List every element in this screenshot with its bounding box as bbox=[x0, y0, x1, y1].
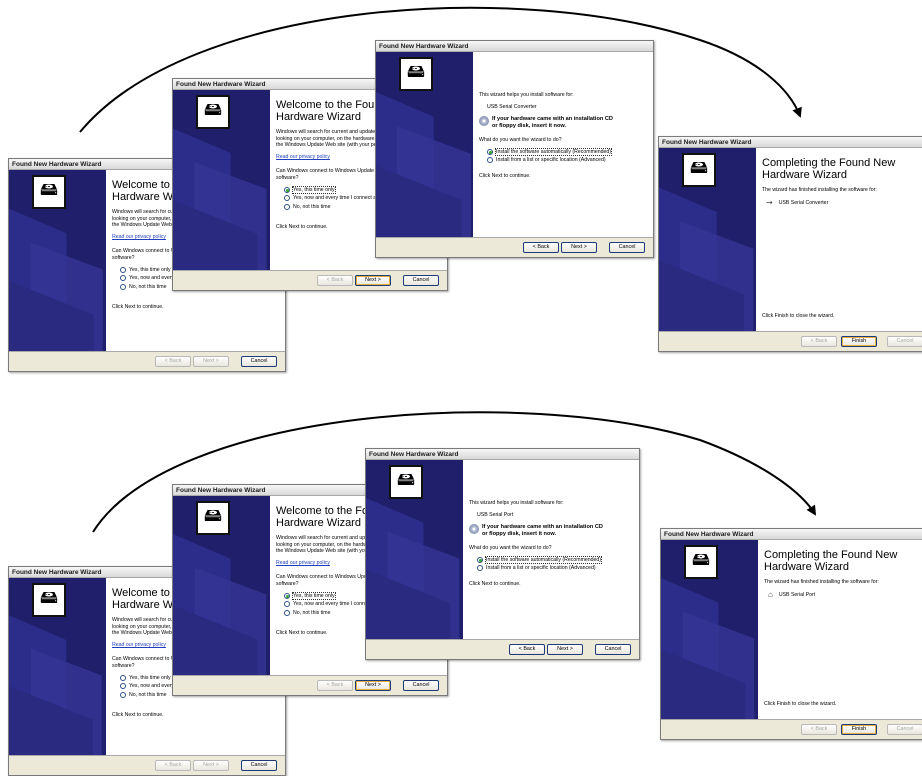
cd-icon bbox=[479, 116, 489, 127]
hardware-wizard-icon: 🖴 bbox=[196, 501, 230, 535]
title-bar: Found New Hardware Wizard bbox=[366, 449, 639, 460]
next-button[interactable]: Next > bbox=[547, 644, 583, 655]
install-content: This wizard helps you install software f… bbox=[473, 52, 653, 237]
serial-port-icon: ⌂ bbox=[768, 589, 773, 599]
button-bar: < Back Finish Cancel bbox=[661, 719, 922, 739]
usb-plug-icon: ⇝ bbox=[766, 197, 773, 207]
close-text: Click Finish to close the wizard. bbox=[764, 701, 837, 708]
wizard-sidebar: 🖴 bbox=[366, 460, 463, 639]
hardware-wizard-icon: 🖴 bbox=[389, 465, 423, 499]
complete-title: Completing the Found New Hardware Wizard bbox=[762, 157, 896, 181]
wizard-sidebar: 🖴 bbox=[173, 496, 270, 675]
button-bar: < Back Next > Cancel bbox=[173, 270, 447, 290]
radio-install-list[interactable]: Install from a list or specific location… bbox=[477, 565, 633, 572]
cancel-button[interactable]: Cancel bbox=[595, 644, 631, 655]
device-name: USB Serial Port bbox=[477, 511, 514, 518]
cancel-button[interactable]: Cancel bbox=[887, 336, 922, 347]
wizard-sidebar: 🖴 bbox=[661, 540, 758, 719]
back-button[interactable]: < Back bbox=[317, 275, 353, 286]
button-bar: < Back Next > Cancel bbox=[9, 351, 285, 371]
hardware-wizard-icon: 🖴 bbox=[32, 175, 66, 209]
radio-install-auto[interactable]: Install the software automatically (Reco… bbox=[477, 555, 633, 565]
title-bar: Found New Hardware Wizard bbox=[659, 137, 922, 148]
install-content: This wizard helps you install software f… bbox=[463, 460, 639, 639]
back-button[interactable]: < Back bbox=[523, 242, 559, 253]
button-bar: < Back Next > Cancel bbox=[366, 639, 639, 659]
next-button[interactable]: Next > bbox=[355, 275, 391, 286]
button-bar: < Back Next > Cancel bbox=[9, 755, 285, 775]
continue-text: Click Next to continue. bbox=[479, 172, 531, 179]
wizard-complete-2: Found New Hardware Wizard 🖴 Completing t… bbox=[660, 528, 922, 740]
install-question: What do you want the wizard to do? bbox=[479, 137, 562, 143]
complete-title: Completing the Found New Hardware Wizard bbox=[764, 549, 898, 573]
wizard-install-2: Found New Hardware Wizard 🖴 This wizard … bbox=[365, 448, 640, 660]
next-button[interactable]: Next > bbox=[193, 356, 229, 367]
radio-install-auto[interactable]: Install the software automatically (Reco… bbox=[487, 147, 647, 157]
helps-text: This wizard helps you install software f… bbox=[469, 500, 564, 506]
wizard-sidebar: 🖴 bbox=[659, 148, 756, 331]
button-bar: < Back Finish Cancel bbox=[659, 331, 922, 351]
wizard-sidebar: 🖴 bbox=[9, 578, 106, 755]
cancel-button[interactable]: Cancel bbox=[241, 356, 277, 367]
cancel-button[interactable]: Cancel bbox=[887, 724, 922, 735]
cancel-button[interactable]: Cancel bbox=[241, 760, 277, 771]
hardware-wizard-icon: 🖴 bbox=[682, 153, 716, 187]
cancel-button[interactable]: Cancel bbox=[403, 680, 439, 691]
radio-install-list[interactable]: Install from a list or specific location… bbox=[487, 157, 647, 164]
back-button[interactable]: < Back bbox=[801, 336, 837, 347]
hardware-wizard-icon: 🖴 bbox=[196, 95, 230, 129]
back-button[interactable]: < Back bbox=[155, 760, 191, 771]
next-button[interactable]: Next > bbox=[193, 760, 229, 771]
installed-device: ⇝ USB Serial Converter bbox=[766, 197, 829, 207]
cd-icon bbox=[469, 524, 479, 535]
hardware-wizard-icon: 🖴 bbox=[684, 545, 718, 579]
finish-button[interactable]: Finish bbox=[841, 724, 877, 735]
wizard-complete-1: Found New Hardware Wizard 🖴 Completing t… bbox=[658, 136, 922, 352]
next-button[interactable]: Next > bbox=[355, 680, 391, 691]
continue-text: Click Next to continue. bbox=[112, 712, 164, 719]
insert-cd-notice: If your hardware came with an installati… bbox=[479, 116, 647, 129]
title-bar: Found New Hardware Wizard bbox=[661, 529, 922, 540]
helps-text: This wizard helps you install software f… bbox=[479, 92, 574, 98]
device-name: USB Serial Converter bbox=[487, 103, 537, 110]
cancel-button[interactable]: Cancel bbox=[403, 275, 439, 286]
hardware-wizard-icon: 🖴 bbox=[399, 57, 433, 91]
installed-device: ⌂ USB Serial Port bbox=[768, 589, 816, 599]
finished-text: The wizard has finished installing the s… bbox=[762, 187, 877, 193]
cancel-button[interactable]: Cancel bbox=[609, 242, 645, 253]
button-bar: < Back Next > Cancel bbox=[376, 237, 653, 257]
finish-button[interactable]: Finish bbox=[841, 336, 877, 347]
button-bar: < Back Next > Cancel bbox=[173, 675, 447, 695]
wizard-install-1: Found New Hardware Wizard 🖴 This wizard … bbox=[375, 40, 654, 258]
complete-content: Completing the Found New Hardware Wizard … bbox=[758, 540, 922, 719]
wizard-sidebar: 🖴 bbox=[376, 52, 473, 237]
insert-cd-notice: If your hardware came with an installati… bbox=[469, 524, 633, 537]
close-text: Click Finish to close the wizard. bbox=[762, 313, 835, 320]
wizard-sidebar: 🖴 bbox=[9, 170, 106, 351]
continue-text: Click Next to continue. bbox=[112, 304, 164, 311]
finished-text: The wizard has finished installing the s… bbox=[764, 579, 879, 585]
title-bar: Found New Hardware Wizard bbox=[376, 41, 653, 52]
hardware-wizard-icon: 🖴 bbox=[32, 583, 66, 617]
back-button[interactable]: < Back bbox=[155, 356, 191, 367]
complete-content: Completing the Found New Hardware Wizard … bbox=[756, 148, 922, 331]
next-button[interactable]: Next > bbox=[561, 242, 597, 253]
back-button[interactable]: < Back bbox=[509, 644, 545, 655]
back-button[interactable]: < Back bbox=[801, 724, 837, 735]
continue-text: Click Next to continue. bbox=[469, 580, 521, 587]
wizard-sidebar: 🖴 bbox=[173, 90, 270, 270]
back-button[interactable]: < Back bbox=[317, 680, 353, 691]
install-question: What do you want the wizard to do? bbox=[469, 545, 552, 551]
